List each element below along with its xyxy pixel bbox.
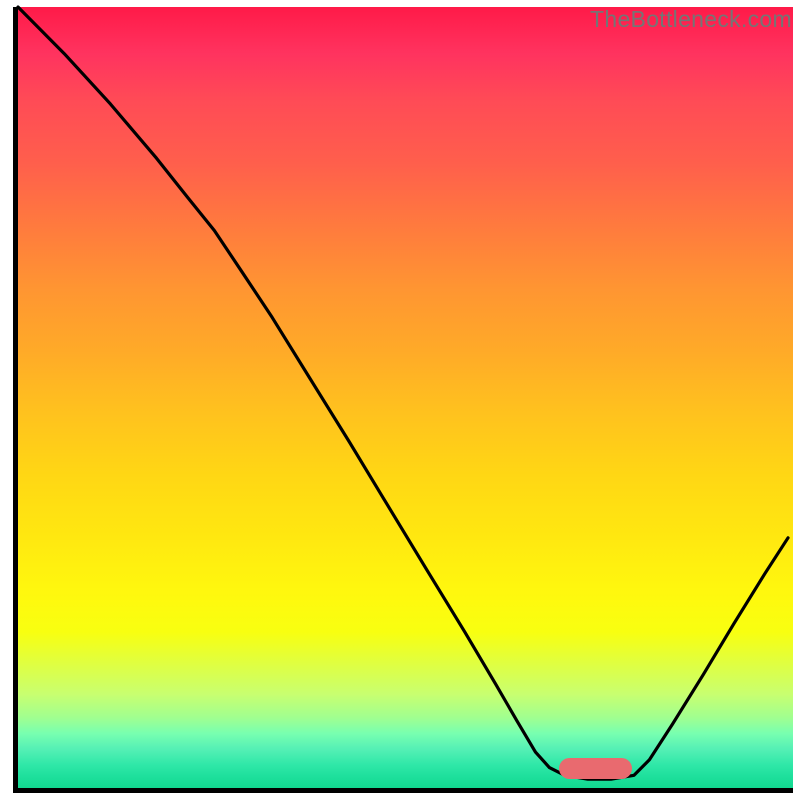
- bottleneck-chart: TheBottleneck.com: [0, 0, 800, 800]
- optimal-marker: [559, 758, 632, 779]
- watermark-label: TheBottleneck.com: [590, 6, 792, 33]
- plot-area: [13, 7, 793, 793]
- bottleneck-curve: [18, 7, 793, 788]
